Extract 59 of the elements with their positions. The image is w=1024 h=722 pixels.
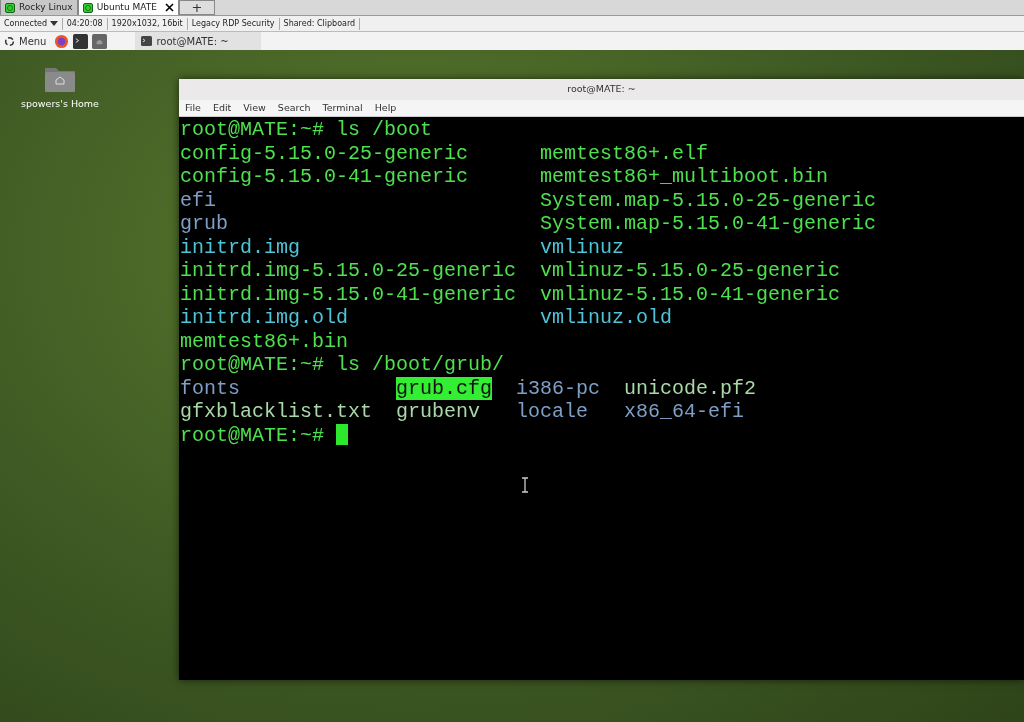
file-name: vmlinuz [540, 235, 625, 259]
file-name: config-5.15.0-25-generic [180, 141, 469, 165]
file-name: memtest86+_multiboot.bin [540, 165, 829, 189]
connection-tab[interactable]: Rocky Linux [0, 0, 78, 15]
command-line: root@MATE:~# ls /boot/grub/ [180, 353, 505, 376]
file-name: unicode.pf2 [624, 376, 757, 400]
file-name: grub.cfg [396, 376, 493, 400]
command-line: root@MATE:~# [180, 423, 325, 447]
menu-item[interactable]: View [243, 100, 266, 116]
file-name: i386-pc [516, 376, 601, 400]
taskbar-button[interactable]: root@MATE: ~ [135, 32, 262, 50]
menu-item[interactable]: Edit [212, 100, 232, 116]
menu-item[interactable]: Search [277, 100, 311, 116]
connection-status-icon [82, 2, 93, 13]
command-line: root@MATE:~# ls /boot [180, 118, 433, 141]
connection-status[interactable]: Connected [0, 17, 63, 30]
file-name: config-5.15.0-41-generic [180, 165, 469, 189]
home-folder-icon[interactable] [44, 65, 76, 93]
status-text: 1920x1032, 16bit [107, 17, 188, 30]
close-icon[interactable] [164, 3, 174, 12]
file-name: System.map-5.15.0-41-generic [540, 212, 877, 236]
file-name: initrd.img-5.15.0-25-generic [180, 259, 517, 283]
file-name: efi [180, 188, 216, 212]
menu-item[interactable]: File [185, 100, 201, 116]
status-text: Legacy RDP Security [187, 17, 280, 30]
file-name: vmlinuz-5.15.0-41-generic [540, 282, 841, 306]
tab-label: Ubuntu MATE [96, 0, 157, 14]
file-name: initrd.img-5.15.0-41-generic [180, 282, 517, 306]
file-name: grub [180, 212, 228, 236]
terminal-icon[interactable] [73, 33, 89, 49]
mate-logo-icon[interactable] [4, 35, 15, 47]
file-name: grubenv [396, 400, 481, 424]
menu-button[interactable]: Menu [19, 33, 47, 49]
browser-icon[interactable] [54, 33, 70, 49]
text-cursor-icon [521, 477, 529, 493]
menu-item[interactable]: Terminal [322, 100, 363, 116]
terminal-icon [141, 36, 153, 46]
file-name: vmlinuz.old [540, 306, 673, 330]
file-name: memtest86+.bin [180, 329, 349, 353]
status-text: 04:20:08 [62, 17, 108, 30]
menu-item[interactable]: Help [374, 100, 397, 116]
file-name: locale [516, 400, 589, 424]
icon-label: spowers's Home [20, 97, 100, 111]
tab-label: Rocky Linux [19, 0, 73, 14]
file-name: vmlinuz-5.15.0-25-generic [540, 259, 841, 283]
file-name: x86_64-efi [624, 400, 745, 424]
new-tab-button[interactable]: + [178, 0, 215, 15]
connection-tab[interactable]: Ubuntu MATE [77, 0, 179, 15]
file-name: gfxblacklist.txt [180, 400, 373, 424]
file-name: initrd.img.old [180, 306, 349, 330]
file-name: System.map-5.15.0-25-generic [540, 188, 877, 212]
window-title: root@MATE: ~ [567, 82, 636, 97]
connection-status-icon [5, 2, 15, 13]
file-name: fonts [180, 376, 240, 400]
file-name: memtest86+.elf [540, 141, 709, 165]
file-name: initrd.img [180, 235, 301, 259]
status-text: Shared: Clipboard [279, 17, 361, 30]
dropdown-caret-icon[interactable] [49, 20, 58, 26]
folder-icon[interactable] [92, 33, 108, 49]
